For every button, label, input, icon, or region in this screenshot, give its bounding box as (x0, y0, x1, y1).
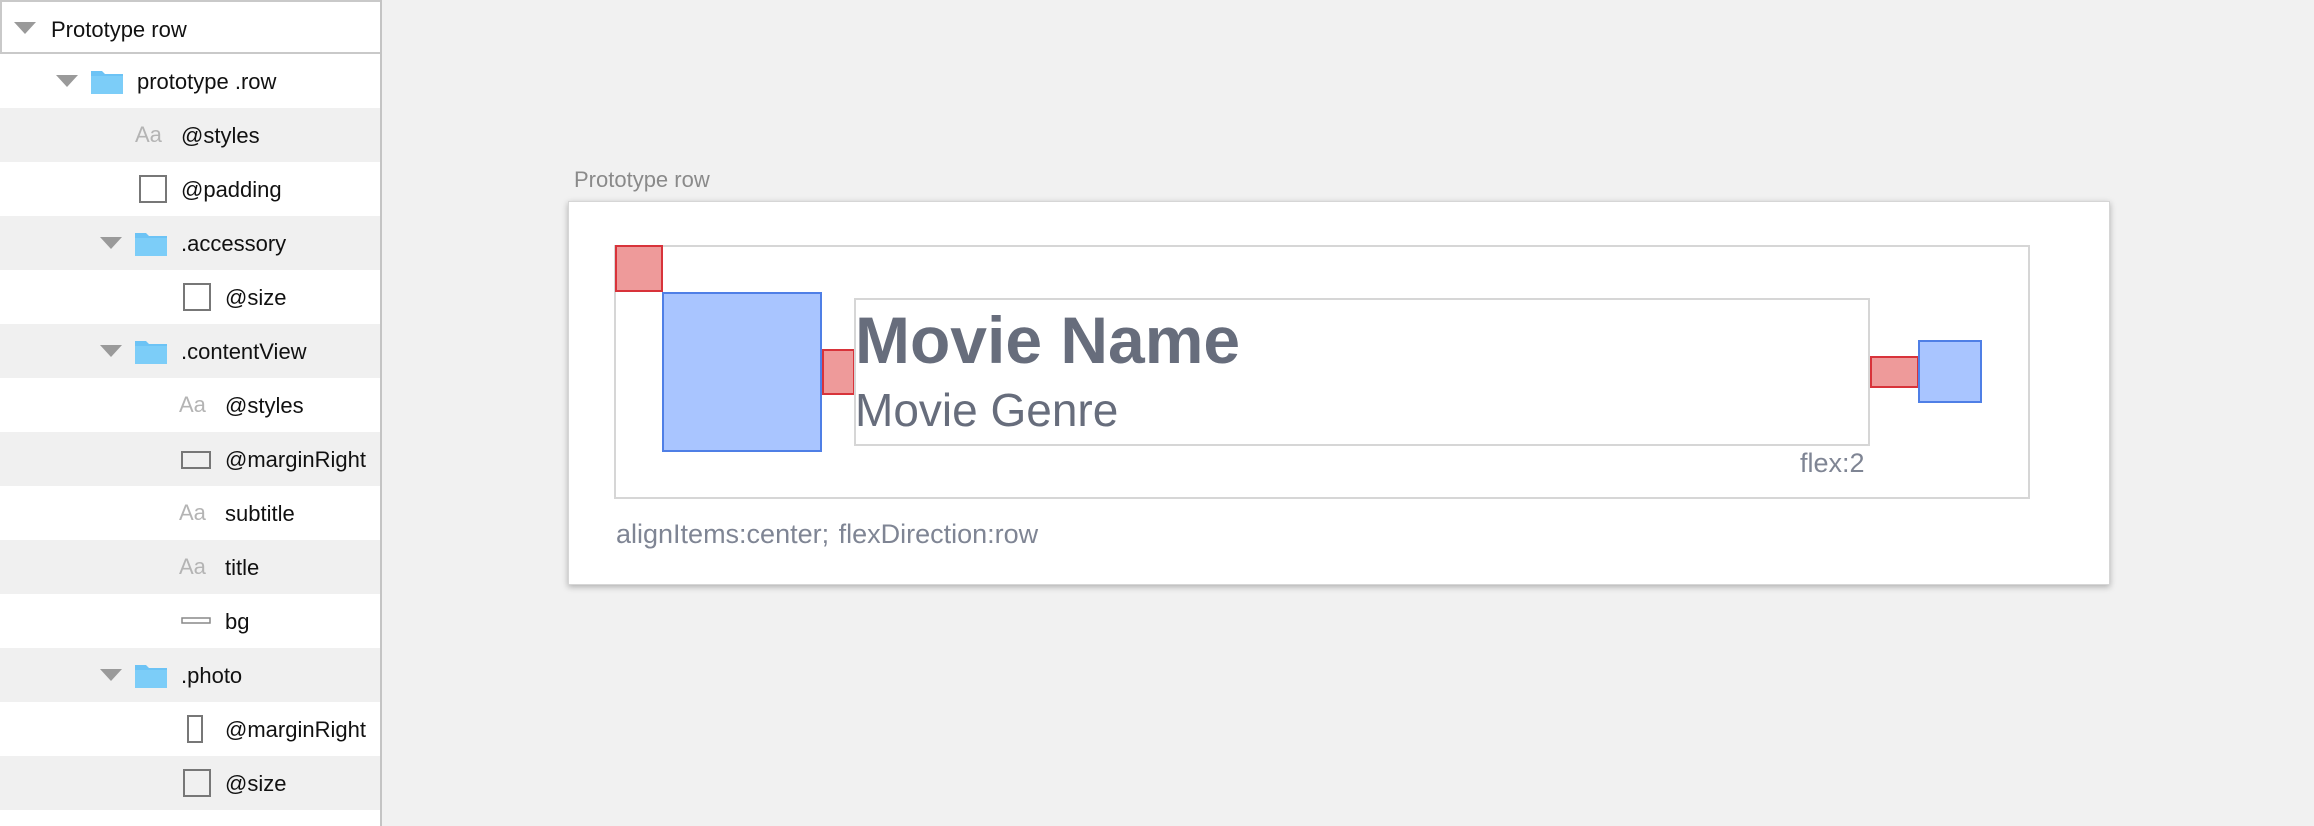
thin-bar-icon (180, 607, 214, 635)
square-outline-icon (182, 283, 216, 311)
tree-item-label: .accessory (181, 231, 287, 256)
text-style-icon: Aa (179, 392, 206, 417)
tree-item-label: bg (225, 609, 250, 634)
tree-item-label: @styles (181, 123, 260, 148)
folder-icon (90, 67, 124, 95)
tree-item-label: @size (225, 771, 287, 796)
tree-item-title[interactable]: Aa title (0, 540, 380, 594)
folder-icon (134, 229, 168, 257)
tree-item-photo[interactable]: .photo (0, 648, 380, 702)
tree-item-label: @padding (181, 177, 282, 202)
text-style-icon: Aa (135, 122, 162, 147)
tree-item-size[interactable]: @size (0, 270, 380, 324)
layer-tree-sidebar: Prototype row prototype .row Aa @styles … (0, 0, 382, 826)
content-margin-right-marker[interactable] (1870, 356, 1919, 388)
tree-item-contentview[interactable]: .contentView (0, 324, 380, 378)
square-outline-icon (138, 175, 172, 203)
disclosure-triangle-icon[interactable] (14, 22, 36, 34)
wide-rect-outline-icon (180, 445, 214, 473)
tree-item-padding[interactable]: @padding (0, 162, 380, 216)
tree-item-label: .photo (181, 663, 243, 688)
square-outline-icon (182, 769, 216, 797)
layer-tree: prototype .row Aa @styles @padding .acce… (0, 54, 380, 810)
sidebar-header-label: Prototype row (51, 17, 187, 42)
folder-icon (134, 337, 168, 365)
disclosure-triangle-icon[interactable] (100, 237, 122, 249)
tall-rect-outline-icon (182, 715, 216, 743)
disclosure-triangle-icon[interactable] (56, 75, 78, 87)
tree-item-label: @size (225, 285, 287, 310)
tree-item-label: subtitle (225, 501, 295, 526)
tree-item-label: .contentView (181, 339, 307, 364)
tree-item-bg[interactable]: bg (0, 594, 380, 648)
photo-size-box[interactable] (662, 292, 822, 452)
movie-genre-text[interactable]: Movie Genre (855, 383, 1118, 437)
accessory-size-box[interactable] (1918, 340, 1982, 403)
tree-item-styles[interactable]: Aa @styles (0, 108, 380, 162)
folder-icon (134, 661, 168, 689)
padding-marker[interactable] (615, 245, 663, 292)
photo-margin-right-marker[interactable] (822, 349, 855, 395)
tree-item-size[interactable]: @size (0, 756, 380, 810)
tree-item-prototype-row[interactable]: prototype .row (0, 54, 380, 108)
disclosure-triangle-icon[interactable] (100, 345, 122, 357)
text-style-icon: Aa (179, 500, 206, 525)
tree-item-subtitle[interactable]: Aa subtitle (0, 486, 380, 540)
tree-item-label: prototype .row (137, 69, 277, 94)
tree-item-label: @marginRight (225, 447, 366, 472)
tree-item-label: @marginRight (225, 717, 366, 742)
tree-item-styles[interactable]: Aa @styles (0, 378, 380, 432)
movie-title-text[interactable]: Movie Name (855, 302, 1240, 378)
tree-item-label: @styles (225, 393, 304, 418)
row-style-caption: alignItems:center; flexDirection:row (616, 519, 1039, 549)
text-style-icon: Aa (179, 554, 206, 579)
artboard-caption: Prototype row (574, 167, 710, 192)
tree-item-margin-right[interactable]: @marginRight (0, 432, 380, 486)
sidebar-header[interactable]: Prototype row (0, 0, 380, 54)
tree-item-label: title (225, 555, 260, 580)
disclosure-triangle-icon[interactable] (100, 669, 122, 681)
tree-item-accessory[interactable]: .accessory (0, 216, 380, 270)
flex-label: flex:2 (1800, 448, 1865, 478)
tree-item-margin-right[interactable]: @marginRight (0, 702, 380, 756)
